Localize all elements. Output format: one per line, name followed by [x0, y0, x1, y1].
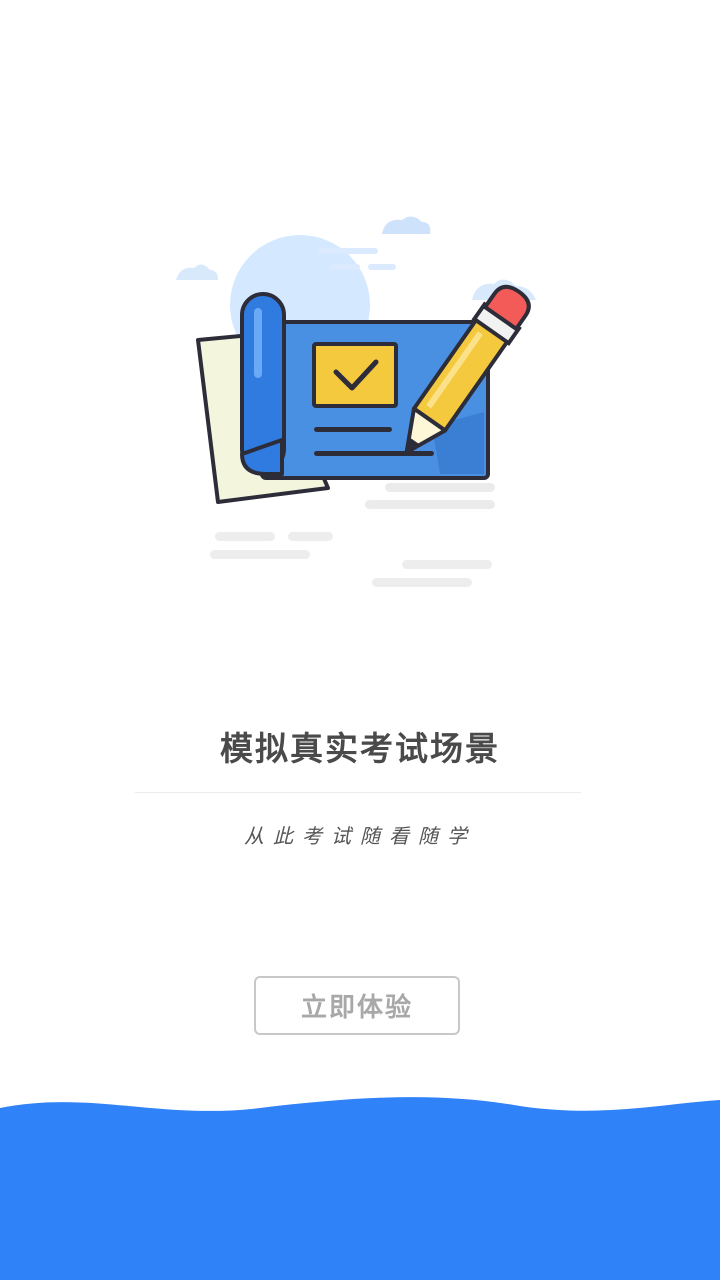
- page-subtitle: 从此考试随看随学: [244, 824, 476, 848]
- bottom-wave: [0, 1097, 720, 1280]
- page-title: 模拟真实考试场景: [220, 729, 500, 768]
- exam-paper-illustration: [176, 216, 536, 587]
- try-now-button[interactable]: 立即体验: [254, 976, 460, 1035]
- title-divider: [135, 792, 581, 793]
- guide-screen: 模拟真实考试场景 从此考试随看随学 立即体验: [0, 0, 720, 1280]
- cloud-shape: [176, 264, 218, 280]
- cloud-shape: [382, 216, 431, 234]
